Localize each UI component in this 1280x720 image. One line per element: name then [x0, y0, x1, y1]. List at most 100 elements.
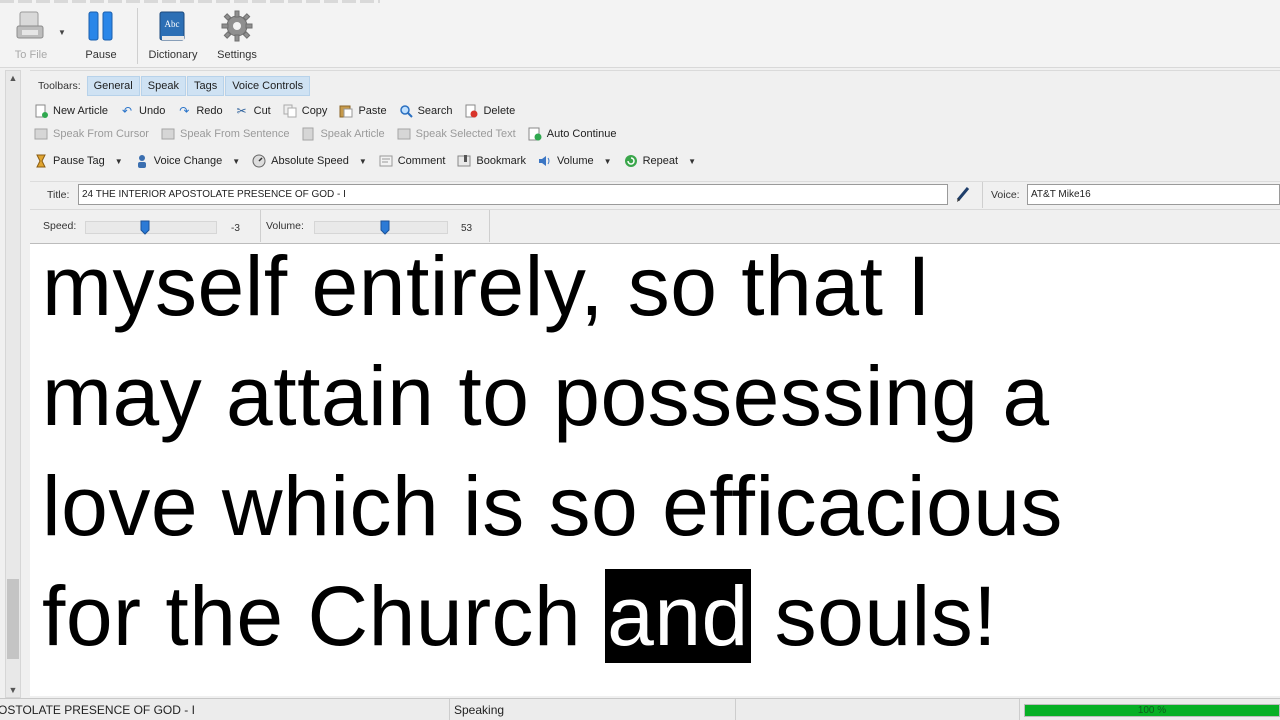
voice-select[interactable]: AT&T Mike16: [1027, 184, 1280, 205]
copy-button[interactable]: Copy: [283, 104, 328, 118]
repeat-button[interactable]: Repeat ▼: [624, 154, 696, 168]
voice-change-button[interactable]: Voice Change ▼: [135, 154, 240, 168]
cut-label: Cut: [253, 105, 271, 117]
redo-button[interactable]: ↷ Redo: [177, 104, 222, 118]
pen-icon[interactable]: [955, 185, 971, 203]
dictionary-icon: Abc: [144, 10, 202, 45]
auto-continue-icon: [528, 127, 542, 141]
pause-tag-dropdown-icon[interactable]: ▼: [115, 157, 123, 166]
gear-icon: [212, 10, 262, 45]
auto-continue-label: Auto Continue: [546, 128, 617, 140]
divider: [30, 181, 1280, 182]
dictionary-button[interactable]: Abc Dictionary: [144, 10, 202, 66]
progress-bar: 100 %: [1024, 704, 1280, 717]
scrollbar-thumb[interactable]: [7, 579, 19, 659]
pause-label: Pause: [85, 49, 117, 61]
copy-label: Copy: [301, 105, 328, 117]
paste-label: Paste: [358, 105, 387, 117]
speak-from-sentence-icon: [161, 127, 175, 141]
bookmark-icon: [457, 154, 471, 168]
settings-label: Settings: [217, 49, 257, 61]
title-input[interactable]: 24 THE INTERIOR APOSTOLATE PRESENCE OF G…: [78, 184, 948, 205]
voice-change-dropdown-icon[interactable]: ▼: [232, 157, 240, 166]
pause-tag-label: Pause Tag: [53, 155, 105, 167]
comment-button[interactable]: Comment: [379, 154, 445, 168]
copy-icon: [283, 104, 297, 118]
tags-toolbar-row: Pause Tag ▼ Voice Change ▼ Absolute Spee…: [34, 151, 708, 171]
cut-button[interactable]: ✂ Cut: [235, 104, 271, 118]
status-article-title: OSTOLATE PRESENCE OF GOD - I: [0, 699, 450, 720]
repeat-icon: [624, 154, 638, 168]
volume-button[interactable]: Volume ▼: [538, 154, 612, 168]
scissors-icon: ✂: [236, 104, 247, 118]
to-file-label: To File: [14, 49, 48, 61]
delete-button[interactable]: Delete: [464, 104, 515, 118]
text-line: love which is so efficacious: [42, 459, 1063, 553]
to-file-button[interactable]: To File: [8, 10, 54, 66]
volume-label: Volume: [556, 155, 594, 167]
undo-label: Undo: [139, 105, 166, 117]
speak-toolbar-row: Speak From Cursor Speak From Sentence Sp…: [34, 124, 628, 144]
tab-speak[interactable]: Speak: [140, 76, 186, 96]
new-article-button[interactable]: New Article: [34, 104, 108, 118]
tab-general[interactable]: General: [86, 76, 140, 96]
text-segment: souls!: [750, 569, 998, 663]
divider: [982, 182, 983, 208]
article-text-area[interactable]: myself entirely, so that I may attain to…: [30, 239, 1280, 696]
new-document-icon: [34, 104, 48, 118]
pause-tag-button[interactable]: Pause Tag ▼: [34, 154, 123, 168]
to-file-icon: [8, 10, 54, 45]
tab-tags[interactable]: Tags: [186, 76, 225, 96]
speak-from-cursor-label: Speak From Cursor: [53, 128, 149, 140]
delete-label: Delete: [483, 105, 516, 117]
delete-icon: [464, 104, 478, 118]
settings-button[interactable]: Settings: [212, 10, 262, 66]
text-segment: for the Church: [42, 569, 606, 663]
ribbon: To File ▼ Pause Abc Dictionary Settings: [0, 0, 1280, 68]
volume-dropdown-icon[interactable]: ▼: [604, 157, 612, 166]
bookmark-label: Bookmark: [476, 155, 526, 167]
cut-off-title-strip: [0, 0, 380, 3]
repeat-dropdown-icon[interactable]: ▼: [688, 157, 696, 166]
speak-from-sentence-button[interactable]: Speak From Sentence: [161, 127, 289, 141]
redo-label: Redo: [196, 105, 223, 117]
vertical-scrollbar[interactable]: ▲ ▼: [5, 70, 21, 698]
speak-from-cursor-button[interactable]: Speak From Cursor: [34, 127, 149, 141]
absolute-speed-button[interactable]: Absolute Speed ▼: [252, 154, 367, 168]
title-label: Title:: [47, 189, 70, 201]
svg-text:Abc: Abc: [165, 19, 180, 29]
speak-article-button[interactable]: Speak Article: [301, 127, 385, 141]
absolute-speed-label: Absolute Speed: [271, 155, 349, 167]
voice-label: Voice:: [991, 189, 1020, 201]
undo-icon: ↶: [122, 104, 133, 118]
undo-button[interactable]: ↶ Undo: [120, 104, 165, 118]
hourglass-icon: [34, 154, 48, 168]
speak-selected-text-button[interactable]: Speak Selected Text: [397, 127, 516, 141]
search-button[interactable]: Search: [399, 104, 453, 118]
pause-icon: [80, 10, 122, 45]
to-file-dropdown-icon[interactable]: ▼: [58, 28, 66, 37]
bookmark-button[interactable]: Bookmark: [457, 154, 526, 168]
scroll-up-icon[interactable]: ▲: [6, 71, 20, 85]
toolbars-label: Toolbars:: [38, 80, 81, 92]
text-line: myself entirely, so that I: [42, 239, 932, 333]
auto-continue-toggle[interactable]: Auto Continue: [528, 127, 617, 141]
search-label: Search: [417, 105, 453, 117]
new-article-label: New Article: [53, 105, 109, 117]
paste-icon: [339, 104, 353, 118]
paste-button[interactable]: Paste: [339, 104, 387, 118]
pause-button[interactable]: Pause: [80, 10, 122, 66]
tab-voice-controls[interactable]: Voice Controls: [225, 76, 311, 96]
search-icon: [399, 104, 413, 118]
speak-article-icon: [301, 127, 315, 141]
redo-icon: ↷: [179, 104, 190, 118]
dictionary-label: Dictionary: [148, 49, 198, 61]
highlighted-spoken-word: and: [605, 569, 751, 663]
toolbar-panel: Toolbars: General Speak Tags Voice Contr…: [30, 70, 1280, 242]
speak-article-label: Speak Article: [320, 128, 385, 140]
text-line: for the Church and souls!: [42, 561, 997, 671]
scroll-down-icon[interactable]: ▼: [6, 683, 20, 697]
toolbar-tabs-row: Toolbars: General Speak Tags Voice Contr…: [38, 76, 311, 96]
absolute-speed-dropdown-icon[interactable]: ▼: [359, 157, 367, 166]
speaker-icon: [538, 154, 552, 168]
